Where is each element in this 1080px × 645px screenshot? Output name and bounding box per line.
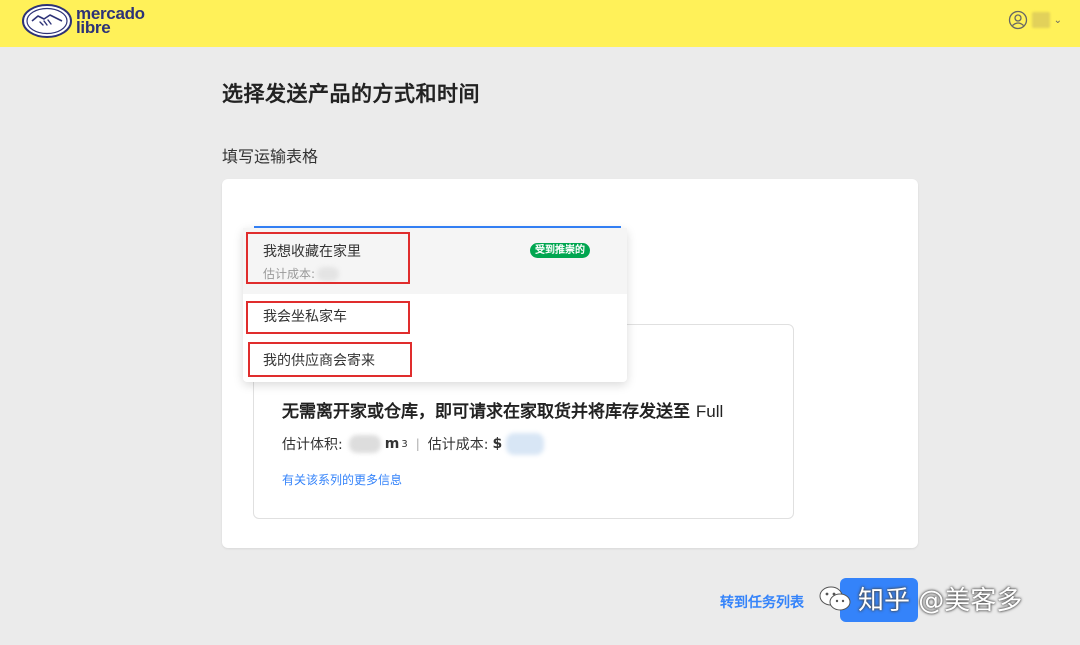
top-header: mercado libre ⌄ [0, 0, 1080, 47]
volume-label: 估计体积: [282, 437, 343, 453]
volume-value-redacted [348, 435, 381, 453]
account-menu[interactable]: ⌄ [1008, 10, 1062, 30]
logo-line2: libre [76, 18, 111, 37]
go-to-task-list-link[interactable]: 转到任务列表 [720, 592, 804, 612]
highlight-box-option-2 [246, 301, 410, 334]
option-heading-suffix: Full [695, 402, 724, 421]
wechat-icon [819, 586, 851, 610]
more-info-link[interactable]: 有关该系列的更多信息 [282, 471, 402, 488]
zhihu-watermark: 知乎 @美客多 [818, 580, 1022, 617]
logo-wordmark: mercado libre [76, 5, 145, 37]
account-name-redacted [1031, 12, 1050, 28]
option-heading-text: 无需离开家或仓库，即可请求在家取货并将库存发送至 [282, 402, 690, 422]
recommended-badge: 受到推崇的 [530, 243, 590, 258]
handshake-logo-icon [22, 4, 72, 38]
currency-symbol: $ [492, 436, 503, 452]
watermark-text: 知乎 @美客多 [858, 586, 1023, 616]
volume-exponent: 3 [401, 438, 408, 450]
user-circle-icon [1008, 10, 1027, 30]
section-label: 填写运输表格 [222, 147, 319, 166]
cost-value-redacted [506, 433, 545, 455]
page-title: 选择发送产品的方式和时间 [222, 82, 480, 106]
option-heading: 无需离开家或仓库，即可请求在家取货并将库存发送至 Full [282, 397, 723, 422]
volume-unit: m [384, 436, 400, 452]
mercado-libre-logo[interactable]: mercado libre [22, 4, 145, 38]
highlight-box-option-1 [246, 232, 410, 284]
cost-label: 估计成本: [427, 437, 489, 453]
option-meta-row: 估计体积: m3 | 估计成本: $ [282, 433, 545, 455]
chevron-down-icon: ⌄ [1053, 14, 1062, 26]
meta-separator: | [415, 437, 420, 451]
highlight-box-option-3 [248, 342, 412, 377]
